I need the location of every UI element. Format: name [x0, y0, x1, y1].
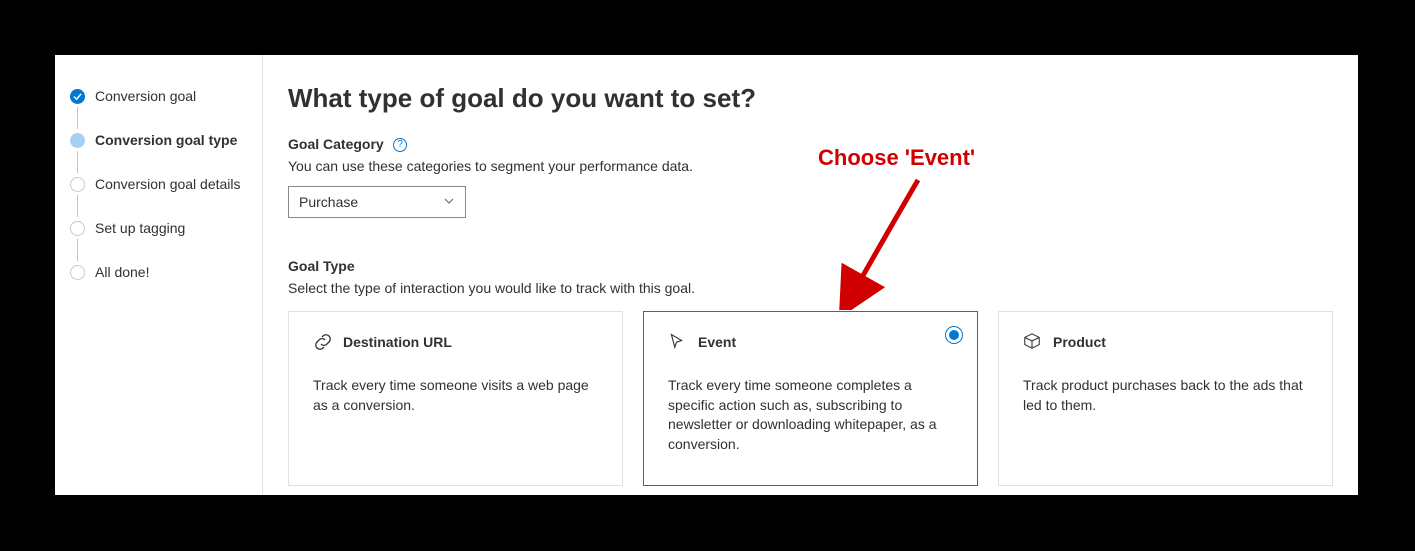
link-icon [313, 332, 333, 352]
circle-icon [70, 177, 85, 192]
step-conversion-goal-type[interactable]: Conversion goal type [70, 129, 262, 151]
circle-icon [70, 265, 85, 280]
cursor-icon [668, 332, 688, 352]
card-desc: Track product purchases back to the ads … [1023, 376, 1308, 415]
radio-selected-icon [945, 326, 963, 344]
circle-icon [70, 133, 85, 148]
chevron-down-icon [443, 195, 455, 210]
dropdown-value: Purchase [299, 194, 358, 210]
step-conversion-goal[interactable]: Conversion goal [70, 85, 262, 107]
step-conversion-goal-details[interactable]: Conversion goal details [70, 173, 262, 195]
card-product[interactable]: Product Track product purchases back to … [998, 311, 1333, 486]
step-connector [77, 195, 78, 217]
card-title: Destination URL [343, 334, 452, 350]
card-title: Product [1053, 334, 1106, 350]
card-desc: Track every time someone visits a web pa… [313, 376, 598, 415]
goal-type-label: Goal Type [288, 258, 355, 274]
goal-type-cards: Destination URL Track every time someone… [288, 311, 1333, 486]
step-label: All done! [95, 264, 149, 280]
step-all-done[interactable]: All done! [70, 261, 262, 283]
step-label: Conversion goal [95, 88, 196, 104]
goal-category-dropdown[interactable]: Purchase [288, 186, 466, 218]
main-content: What type of goal do you want to set? Go… [263, 55, 1358, 495]
step-connector [77, 151, 78, 173]
goal-category-desc: You can use these categories to segment … [288, 158, 1333, 174]
goal-category-label: Goal Category [288, 136, 384, 152]
card-event[interactable]: Event Track every time someone completes… [643, 311, 978, 486]
step-label: Conversion goal type [95, 132, 237, 148]
step-connector [77, 239, 78, 261]
package-icon [1023, 332, 1043, 352]
step-set-up-tagging[interactable]: Set up tagging [70, 217, 262, 239]
wizard-sidebar: Conversion goal Conversion goal type Con… [55, 55, 263, 495]
card-destination-url[interactable]: Destination URL Track every time someone… [288, 311, 623, 486]
step-connector [77, 107, 78, 129]
card-desc: Track every time someone completes a spe… [668, 376, 953, 454]
goal-type-desc: Select the type of interaction you would… [288, 280, 1333, 296]
card-title: Event [698, 334, 736, 350]
step-label: Conversion goal details [95, 176, 241, 192]
step-label: Set up tagging [95, 220, 185, 236]
annotation-text: Choose 'Event' [818, 145, 975, 171]
circle-icon [70, 221, 85, 236]
check-icon [70, 89, 85, 104]
page-title: What type of goal do you want to set? [288, 83, 1333, 114]
help-icon[interactable]: ? [393, 138, 407, 152]
